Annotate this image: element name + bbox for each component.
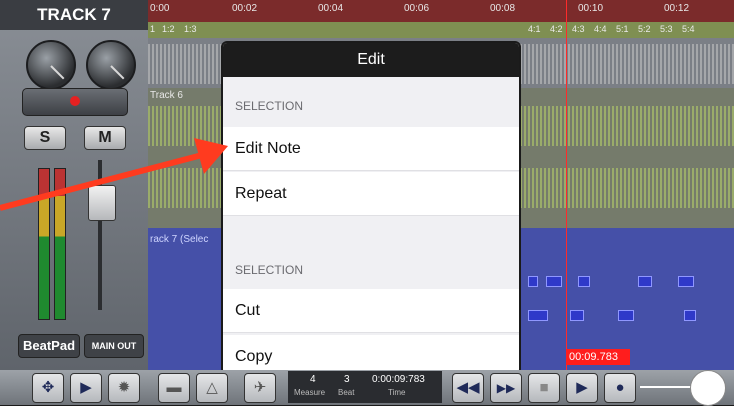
- midi-note[interactable]: [684, 310, 696, 321]
- midi-note[interactable]: [678, 276, 694, 287]
- track-7-label: rack 7 (Selec: [150, 234, 209, 245]
- midi-note[interactable]: [528, 310, 548, 321]
- menu-item-copy[interactable]: Copy: [223, 335, 519, 373]
- time-ruler[interactable]: 0:00 00:02 00:04 00:06 00:08 00:10 00:12: [148, 0, 734, 22]
- record-icon[interactable]: ●: [604, 373, 636, 403]
- select-icon[interactable]: ▶: [70, 373, 102, 403]
- midi-note[interactable]: [528, 276, 538, 287]
- beat-label: 4:2: [550, 24, 563, 34]
- beat-label: 4:4: [594, 24, 607, 34]
- playhead[interactable]: [566, 0, 567, 370]
- ruler-time: 00:06: [404, 3, 430, 14]
- track-6-label: Track 6: [150, 90, 183, 101]
- beat-label: 1: [150, 24, 156, 34]
- beat-label: 5:4: [682, 24, 695, 34]
- edit-popover: Edit SELECTION Edit Note Repeat SELECTIO…: [221, 41, 521, 375]
- beat-ruler[interactable]: 1 1:2 1:3 4:1 4:2 4:3 4:4 5:1 5:2 5:3 5:…: [148, 22, 734, 38]
- zoom-slider-knob[interactable]: [690, 370, 726, 406]
- rewind-icon[interactable]: ◀◀: [452, 373, 484, 403]
- ruler-time: 00:08: [490, 3, 516, 14]
- menu-item-cut[interactable]: Cut: [223, 289, 519, 333]
- beat-label: Beat: [338, 388, 355, 397]
- plane-icon[interactable]: ✈: [244, 373, 276, 403]
- play-icon[interactable]: ▶: [566, 373, 598, 403]
- ruler-time: 00:12: [664, 3, 690, 14]
- section-header: SELECTION: [235, 263, 304, 277]
- menu-item-edit-note[interactable]: Edit Note: [223, 127, 519, 171]
- measure-value: 4: [310, 374, 316, 385]
- midi-note[interactable]: [578, 276, 590, 287]
- ruler-time: 00:04: [318, 3, 344, 14]
- popover-title: Edit: [223, 43, 519, 77]
- record-dot-icon: [70, 96, 80, 106]
- ruler-time: 00:10: [578, 3, 604, 14]
- ruler-time: 00:02: [232, 3, 258, 14]
- section-header: SELECTION: [235, 99, 304, 113]
- position-counter: 4 3 0:00:09:783 Measure Beat Time: [288, 371, 442, 403]
- beat-label: 5:3: [660, 24, 673, 34]
- midi-note[interactable]: [618, 310, 634, 321]
- menu-item-repeat[interactable]: Repeat: [223, 172, 519, 216]
- main-out-button[interactable]: MAIN OUT: [84, 334, 144, 358]
- measure-label: Measure: [294, 388, 326, 397]
- midi-note[interactable]: [570, 310, 584, 321]
- playhead-time: 00:09.783: [566, 349, 630, 365]
- midi-note[interactable]: [546, 276, 562, 287]
- time-label: Time: [388, 388, 406, 397]
- beat-label: 4:1: [528, 24, 541, 34]
- ruler-time: 0:00: [150, 3, 170, 14]
- beat-label: 4:3: [572, 24, 585, 34]
- knob-left[interactable]: [26, 40, 76, 90]
- track-title: TRACK 7: [0, 0, 148, 30]
- folder-icon[interactable]: ▬: [158, 373, 190, 403]
- fast-forward-icon[interactable]: ▶▶: [490, 373, 522, 403]
- beat-label: 1:3: [184, 24, 197, 34]
- beat-value: 3: [344, 374, 350, 385]
- beat-label: 1:2: [162, 24, 175, 34]
- gear-icon[interactable]: ✹: [108, 373, 140, 403]
- midi-note[interactable]: [638, 276, 652, 287]
- time-value: 0:00:09:783: [372, 374, 425, 385]
- beat-label: 5:1: [616, 24, 629, 34]
- annotation-arrow: [0, 138, 228, 211]
- stop-icon[interactable]: ■: [528, 373, 560, 403]
- beatpad-button[interactable]: BeatPad: [18, 334, 80, 358]
- beat-label: 5:2: [638, 24, 651, 34]
- move-icon[interactable]: ✥: [32, 373, 64, 403]
- knob-right[interactable]: [86, 40, 136, 90]
- metronome-icon[interactable]: △: [196, 373, 228, 403]
